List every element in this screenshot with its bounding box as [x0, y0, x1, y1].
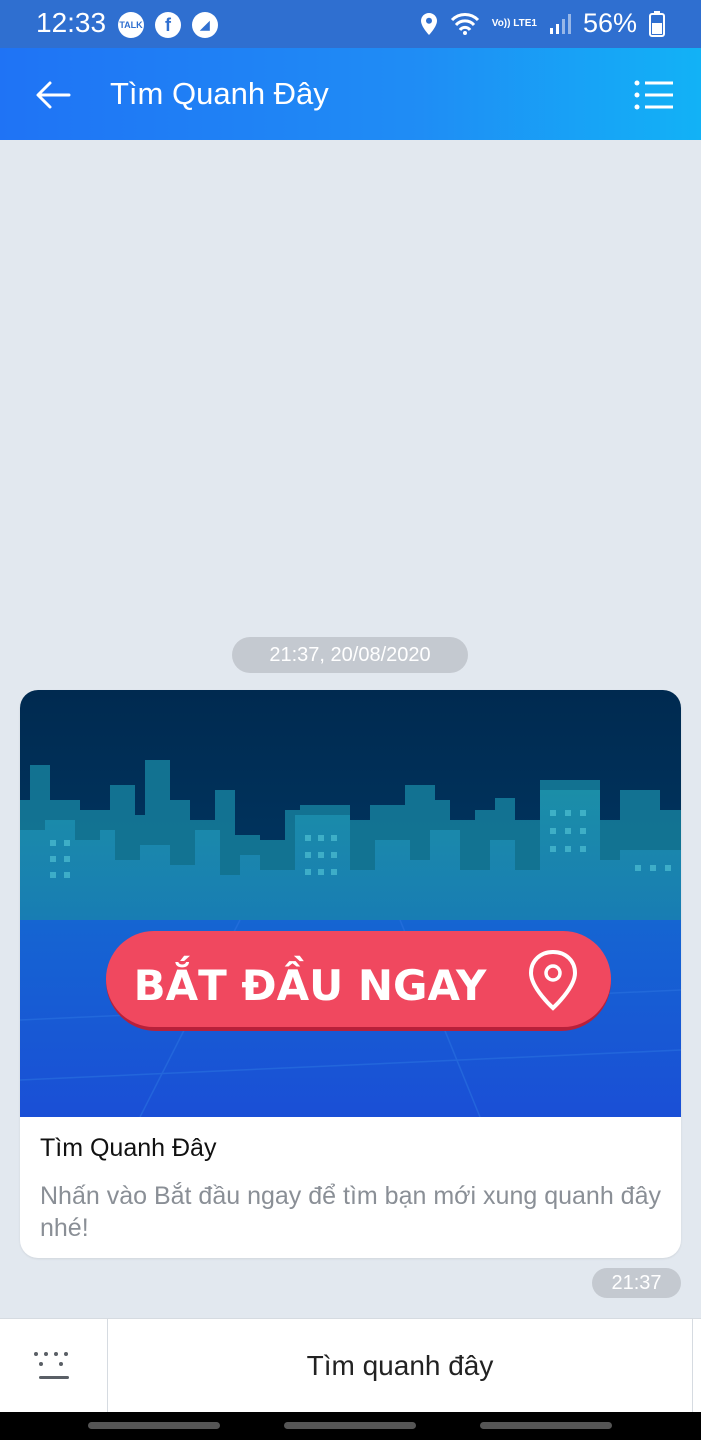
system-nav-bar [0, 1412, 701, 1440]
back-arrow-icon [36, 81, 71, 109]
list-menu-icon [634, 80, 673, 110]
network-label: Vo)) LTE1 [491, 18, 537, 29]
find-nearby-quick-button[interactable]: Tìm quanh đây [108, 1319, 693, 1412]
facebook-icon: f [155, 12, 181, 38]
page-title: Tìm Quanh Đây [110, 76, 329, 111]
start-now-text: BẮT ĐẦU NGAY [134, 954, 487, 1010]
message-time: 21:37 [592, 1268, 681, 1298]
card-title: Tìm Quanh Đây [40, 1134, 217, 1162]
date-stamp: 21:37, 20/08/2020 [232, 637, 468, 673]
menu-button[interactable] [631, 72, 677, 118]
city-banner-image[interactable]: BẮT ĐẦU NGAY [20, 690, 681, 1117]
nav-home-button[interactable] [284, 1422, 416, 1429]
kakaotalk-icon: TALK [118, 12, 144, 38]
status-time: 12:33 [36, 7, 107, 38]
status-bar: 12:33 TALK f ◢ Vo)) LTE1 56% [0, 0, 701, 48]
signal-icon [549, 13, 571, 34]
bottom-bar: Tìm quanh đây [0, 1318, 701, 1412]
battery-icon [649, 10, 665, 37]
battery-percent: 56% [582, 8, 637, 38]
app-notification-icon: ◢ [192, 12, 218, 38]
back-button[interactable] [30, 72, 76, 118]
wifi-icon [450, 12, 479, 35]
keyboard-icon [33, 1351, 69, 1379]
location-icon [420, 12, 437, 35]
find-nearby-card[interactable]: BẮT ĐẦU NGAY Tìm Quanh Đây Nhấn vào Bắt … [20, 690, 681, 1258]
status-right: Vo)) LTE1 56% [420, 8, 665, 39]
app-header: Tìm Quanh Đây [0, 48, 701, 140]
nav-back-button[interactable] [480, 1422, 612, 1429]
nav-recents-button[interactable] [88, 1422, 220, 1429]
card-description: Nhấn vào Bắt đầu ngay để tìm bạn mới xun… [40, 1182, 661, 1242]
keyboard-toggle-button[interactable] [0, 1319, 108, 1412]
